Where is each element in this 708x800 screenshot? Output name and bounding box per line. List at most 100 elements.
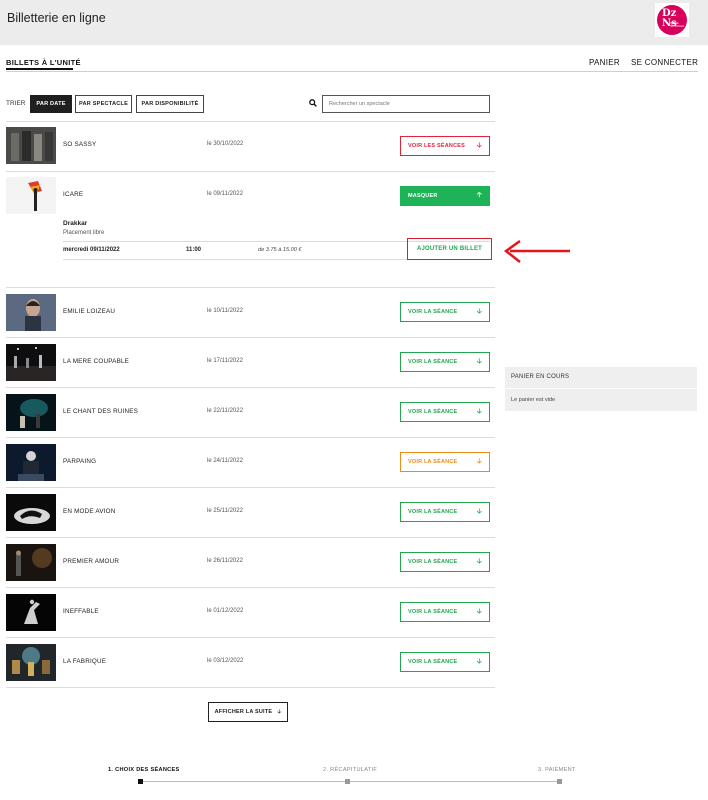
sort-by-date-button[interactable]: PAR DATE [30,95,72,113]
show-thumbnail[interactable] [6,444,56,481]
show-sessions-button[interactable]: VOIR LA SÉANCE 🡣 [400,602,490,622]
show-sessions-button-label: VOIR LA SÉANCE [408,559,458,565]
list-divider [6,637,495,638]
add-ticket-button[interactable]: AJOUTER UN BILLET [407,238,492,260]
show-title[interactable]: EMILIE LOIZEAU [63,308,115,315]
arrow-down-icon: 🡣 [476,657,482,665]
nav-divider [6,71,698,72]
show-date: le 09/11/2022 [207,191,243,197]
show-title[interactable]: LA MERE COUPABLE [63,358,129,365]
sort-by-availability-button[interactable]: PAR DISPONIBILITÉ [136,95,204,113]
nav-connect-link[interactable]: SE CONNECTER [631,58,698,67]
step-summary: 2. RÉCAPITULATIF [323,767,378,773]
show-sessions-button[interactable]: VOIR LA SÉANCE 🡣 [400,552,490,572]
list-divider [6,387,495,388]
tab-billets-unite[interactable]: BILLETS À L'UNITÉ [6,58,81,67]
step-progress-track [140,781,562,782]
hide-sessions-button[interactable]: MASQUER 🡡 [400,186,490,206]
list-divider [6,587,495,588]
search-input[interactable]: Rechercher un spectacle [322,95,490,113]
site-title: Billetterie en ligne [7,11,106,25]
sort-label: TRIER [6,100,26,107]
show-thumbnail-image [6,294,56,331]
show-thumbnail[interactable] [6,394,56,431]
show-sessions-button[interactable]: VOIR LA SÉANCE 🡣 [400,452,490,472]
step-marker-active [138,779,143,784]
list-divider [6,687,495,688]
session-time: 11:00 [186,247,202,253]
list-divider [6,487,495,488]
show-thumbnail[interactable] [6,177,56,214]
show-sessions-button[interactable]: VOIR LA SÉANCE 🡣 [400,302,490,322]
arrow-down-icon: 🡣 [476,307,482,315]
arrow-down-icon: 🡣 [476,457,482,465]
show-thumbnail-image [6,177,56,214]
show-title[interactable]: PARPAING [63,458,96,465]
logo[interactable]: Dz Ns SCÈNE NATIONALE [655,3,689,37]
show-sessions-button-label: VOIR LA SÉANCE [408,609,458,615]
load-more-label: AFFICHER LA SUITE [214,709,273,715]
show-thumbnail-image [6,544,56,581]
step-marker [557,779,562,784]
show-thumbnail-image [6,494,56,531]
show-sessions-button-label: VOIR LA SÉANCE [408,309,458,315]
show-title[interactable]: SO SASSY [63,141,96,148]
top-bar: Billetterie en ligne Dz Ns SCÈNE NATIONA… [0,0,708,45]
list-divider [6,337,495,338]
list-divider [6,121,495,122]
arrow-down-icon: 🡣 [476,557,482,565]
hide-sessions-button-label: MASQUER [408,193,438,199]
show-thumbnail[interactable] [6,644,56,681]
step-choose-sessions: 1. CHOIX DES SÉANCES [108,767,180,773]
cart-divider [505,388,697,389]
show-thumbnail[interactable] [6,494,56,531]
session-date: mercredi 09/11/2022 [63,247,120,253]
arrow-down-icon: 🡣 [476,357,482,365]
show-thumbnail[interactable] [6,344,56,381]
step-marker [345,779,350,784]
sort-by-show-button[interactable]: PAR SPECTACLE [75,95,132,113]
show-title[interactable]: INEFFABLE [63,608,99,615]
show-date: le 03/12/2022 [207,658,244,664]
logo-mark: Dz Ns SCÈNE NATIONALE [657,5,687,35]
arrow-up-icon: 🡡 [476,191,482,199]
show-title[interactable]: ICARE [63,191,83,198]
show-date: le 22/11/2022 [207,408,243,414]
show-date: le 10/11/2022 [207,308,243,314]
arrow-down-icon: 🡣 [476,407,482,415]
nav-panier-link[interactable]: PANIER [589,58,620,67]
show-thumbnail[interactable] [6,544,56,581]
arrow-down-icon: 🡣 [277,708,282,715]
show-sessions-button-label: VOIR LES SÉANCES [408,143,465,149]
cart-panel: PANIER EN COURS Le panier est vide [505,367,697,411]
show-sessions-button[interactable]: VOIR LA SÉANCE 🡣 [400,502,490,522]
show-sessions-button[interactable]: VOIR LES SÉANCES 🡣 [400,136,490,156]
show-thumbnail-image [6,127,56,164]
show-thumbnail[interactable] [6,594,56,631]
show-thumbnail-image [6,344,56,381]
show-title[interactable]: EN MODE AVION [63,508,116,515]
annotation-arrow-icon [503,239,570,263]
arrow-down-icon: 🡣 [476,607,482,615]
search-icon[interactable] [309,99,317,107]
cart-empty-message: Le panier est vide [511,397,556,403]
show-date: le 30/10/2022 [207,141,244,147]
load-more-button[interactable]: AFFICHER LA SUITE 🡣 [208,702,288,722]
show-sessions-button-label: VOIR LA SÉANCE [408,659,458,665]
session-placement: Placement libre [63,230,105,236]
list-divider [6,537,495,538]
show-thumbnail[interactable] [6,294,56,331]
arrow-down-icon: 🡣 [476,507,482,515]
list-divider [6,171,495,172]
show-sessions-button[interactable]: VOIR LA SÉANCE 🡣 [400,352,490,372]
show-sessions-button-label: VOIR LA SÉANCE [408,359,458,365]
show-sessions-button[interactable]: VOIR LA SÉANCE 🡣 [400,652,490,672]
show-title[interactable]: PREMIER AMOUR [63,558,119,565]
list-divider [6,287,495,288]
show-sessions-button[interactable]: VOIR LA SÉANCE 🡣 [400,402,490,422]
show-thumbnail-image [6,394,56,431]
show-thumbnail[interactable] [6,127,56,164]
list-divider [6,437,495,438]
show-title[interactable]: LA FABRIQUE [63,658,106,665]
show-title[interactable]: LE CHANT DES RUINES [63,408,138,415]
